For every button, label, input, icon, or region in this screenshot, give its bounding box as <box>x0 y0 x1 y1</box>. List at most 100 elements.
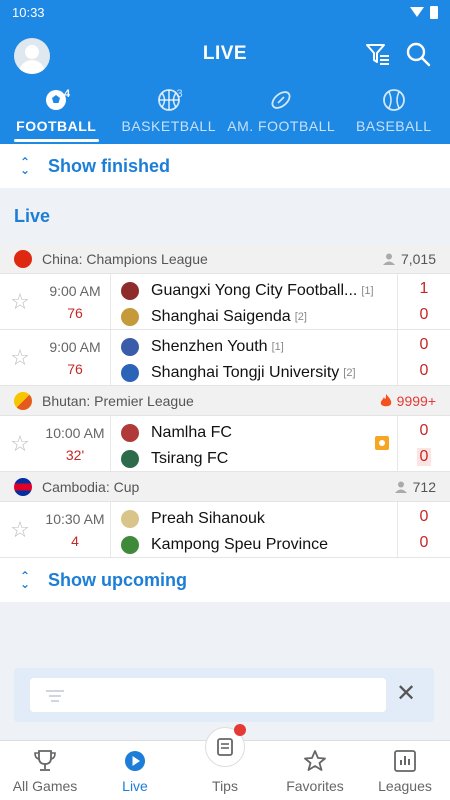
app-bar: 10:33 LIVE 4 FOOTBALL 3 BASKETBALL AM. F… <box>0 0 450 144</box>
status-bar: 10:33 <box>0 0 450 24</box>
close-icon[interactable]: ✕ <box>394 682 418 706</box>
followers: 7,015 <box>382 251 436 267</box>
user-icon <box>382 253 395 265</box>
away-team: Kampong Speu Province <box>121 532 389 558</box>
tab-baseball[interactable]: BASEBALL <box>338 84 450 144</box>
match-row[interactable]: ☆ 10:00 AM 32' Namlha FC Tsirang FC 0 0 <box>0 416 450 472</box>
bhutan-flag-icon <box>14 391 32 410</box>
show-finished-label: Show finished <box>48 155 171 176</box>
team-name: Namlha FC <box>151 424 232 441</box>
match-time: 10:30 AM <box>45 510 105 527</box>
away-score: 0 <box>419 361 429 379</box>
menu-lines-icon <box>46 690 64 705</box>
match-row[interactable]: ☆ 9:00 AM 76 Shenzhen Youth [1] Shanghai… <box>0 330 450 386</box>
tips-icon <box>205 724 246 767</box>
team-logo-icon <box>121 282 139 300</box>
team-logo-icon <box>121 364 139 382</box>
tab-count: 3 <box>176 88 184 100</box>
home-team: Namlha FC <box>121 420 389 446</box>
expand-icon: ⌃ ⌄ <box>19 569 31 591</box>
team-name: Shanghai Tongji University <box>151 364 340 381</box>
sport-tabs: 4 FOOTBALL 3 BASKETBALL AM. FOOTBALL BAS… <box>0 84 450 144</box>
avatar[interactable] <box>14 38 50 74</box>
follower-count: 7,015 <box>400 250 436 267</box>
home-team: Shenzhen Youth [1] <box>121 334 389 360</box>
team-rank: [2] <box>294 311 307 323</box>
cambodia-flag-icon <box>14 477 32 496</box>
team-name: Kampong Speu Province <box>151 536 328 553</box>
league-header[interactable]: Bhutan: Premier League 9999+ <box>0 386 450 416</box>
favorite-star-icon[interactable]: ☆ <box>0 330 40 385</box>
nav-label: Favorites <box>286 778 344 794</box>
league-name: Bhutan: Premier League <box>42 392 194 409</box>
match-minute: 4 <box>71 532 79 549</box>
tab-label: BASEBALL <box>355 118 432 134</box>
filter-icon[interactable] <box>364 40 392 68</box>
bottom-nav: All Games Live Tips Favorites Leagues <box>0 724 450 800</box>
team-logo-icon <box>121 510 139 528</box>
league-header[interactable]: Cambodia: Cup 712 <box>0 472 450 502</box>
team-rank: [1] <box>361 285 374 297</box>
show-upcoming-button[interactable]: ⌃ ⌄ Show upcoming <box>0 558 450 602</box>
match-list: ⌃ ⌄ Show finished Live China: Champions L… <box>0 144 450 602</box>
nav-live[interactable]: Live <box>90 741 180 800</box>
away-score: 0 <box>416 447 432 466</box>
tab-label: BASKETBALL <box>121 118 216 134</box>
banner-box: ✕ <box>14 668 434 722</box>
home-team: Preah Sihanouk <box>121 506 389 532</box>
favorite-star-icon[interactable]: ☆ <box>0 416 40 471</box>
baseball-icon <box>382 89 405 111</box>
american-football-icon <box>271 91 291 109</box>
nav-tips[interactable]: Tips <box>180 724 270 800</box>
match-time: 9:00 AM <box>49 338 101 355</box>
league-header[interactable]: China: Champions League 7,015 <box>0 244 450 274</box>
follower-count: 9999+ <box>396 392 436 409</box>
away-score: 0 <box>419 305 429 323</box>
leagues-icon <box>394 750 416 772</box>
home-score: 0 <box>419 507 429 525</box>
play-icon <box>125 751 145 771</box>
notification-dot <box>234 724 246 736</box>
team-name: Preah Sihanouk <box>151 510 265 527</box>
team-name: Tsirang FC <box>151 450 229 467</box>
tab-basketball[interactable]: 3 BASKETBALL <box>113 84 226 144</box>
home-score: 0 <box>419 335 429 353</box>
show-finished-button[interactable]: ⌃ ⌄ Show finished <box>0 144 450 188</box>
favorite-star-icon[interactable]: ☆ <box>0 274 40 329</box>
show-upcoming-label: Show upcoming <box>48 569 187 590</box>
match-row[interactable]: ☆ 9:00 AM 76 Guangxi Yong City Football.… <box>0 274 450 330</box>
nav-favorites[interactable]: Favorites <box>270 741 360 800</box>
team-logo-icon <box>121 308 139 326</box>
away-score: 0 <box>419 533 429 551</box>
home-score: 1 <box>419 279 429 297</box>
nav-all-games[interactable]: All Games <box>0 741 90 800</box>
user-icon <box>394 481 407 493</box>
league-name: Cambodia: Cup <box>42 478 140 495</box>
tab-football[interactable]: 4 FOOTBALL <box>0 84 113 144</box>
wifi-icon <box>410 7 424 17</box>
nav-leagues[interactable]: Leagues <box>360 741 450 800</box>
match-minute: 76 <box>67 360 83 377</box>
search-icon[interactable] <box>404 40 432 68</box>
battery-icon <box>430 5 438 19</box>
status-icons <box>410 5 438 19</box>
team-logo-icon <box>121 450 139 468</box>
team-name: Shanghai Saigenda <box>151 308 291 325</box>
nav-label: All Games <box>12 778 78 794</box>
tab-american-football[interactable]: AM. FOOTBALL <box>225 84 338 144</box>
team-name: Guangxi Yong City Football... <box>151 282 358 299</box>
followers: 9999+ <box>380 393 436 409</box>
star-icon <box>304 750 326 771</box>
favorite-star-icon[interactable]: ☆ <box>0 502 40 557</box>
match-row[interactable]: ☆ 10:30 AM 4 Preah Sihanouk Kampong Speu… <box>0 502 450 558</box>
tab-count: 4 <box>64 88 71 100</box>
nav-label: Live <box>122 778 148 794</box>
away-team: Shanghai Tongji University [2] <box>121 360 389 386</box>
tab-label: FOOTBALL <box>16 118 97 134</box>
followers: 712 <box>394 479 436 495</box>
tab-label: AM. FOOTBALL <box>227 118 336 134</box>
match-minute: 76 <box>67 304 83 321</box>
expand-icon: ⌃ ⌄ <box>19 155 31 177</box>
banner-input[interactable] <box>30 678 386 712</box>
nav-label: Leagues <box>378 778 432 794</box>
